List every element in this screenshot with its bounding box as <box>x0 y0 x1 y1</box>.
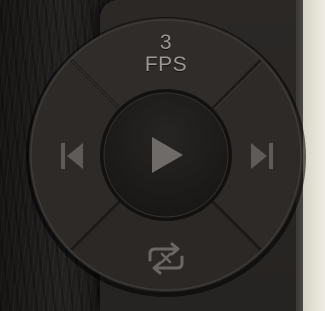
playback-controller <box>26 17 306 297</box>
